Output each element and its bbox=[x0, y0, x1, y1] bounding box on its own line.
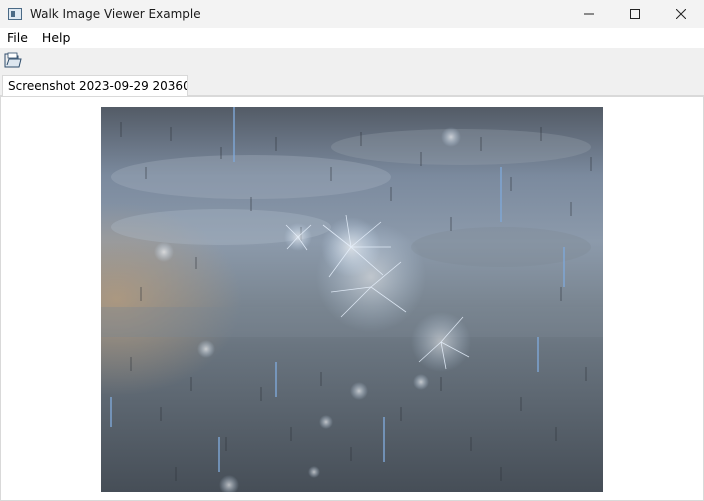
menu-bar: File Help bbox=[0, 28, 704, 48]
app-window: Walk Image Viewer Example File Help Scre… bbox=[0, 0, 704, 501]
close-icon bbox=[676, 9, 686, 19]
window-title: Walk Image Viewer Example bbox=[30, 7, 201, 21]
maximize-icon bbox=[630, 9, 640, 19]
open-folder-icon bbox=[4, 52, 22, 68]
window-controls bbox=[566, 0, 704, 28]
open-button[interactable] bbox=[3, 50, 23, 70]
tab-screenshot[interactable]: Screenshot 2023-09-29 203603.png bbox=[2, 75, 188, 97]
maximize-button[interactable] bbox=[612, 0, 658, 28]
minimize-icon bbox=[584, 13, 594, 15]
close-button[interactable] bbox=[658, 0, 704, 28]
title-bar[interactable]: Walk Image Viewer Example bbox=[0, 0, 704, 28]
app-icon bbox=[8, 8, 22, 20]
menu-help[interactable]: Help bbox=[35, 28, 78, 48]
tab-page bbox=[0, 96, 704, 501]
tab-bar: Screenshot 2023-09-29 203603.png bbox=[0, 72, 704, 97]
menu-file[interactable]: File bbox=[0, 28, 35, 48]
toolbar bbox=[0, 48, 704, 72]
image-view bbox=[101, 107, 603, 492]
minimize-button[interactable] bbox=[566, 0, 612, 28]
